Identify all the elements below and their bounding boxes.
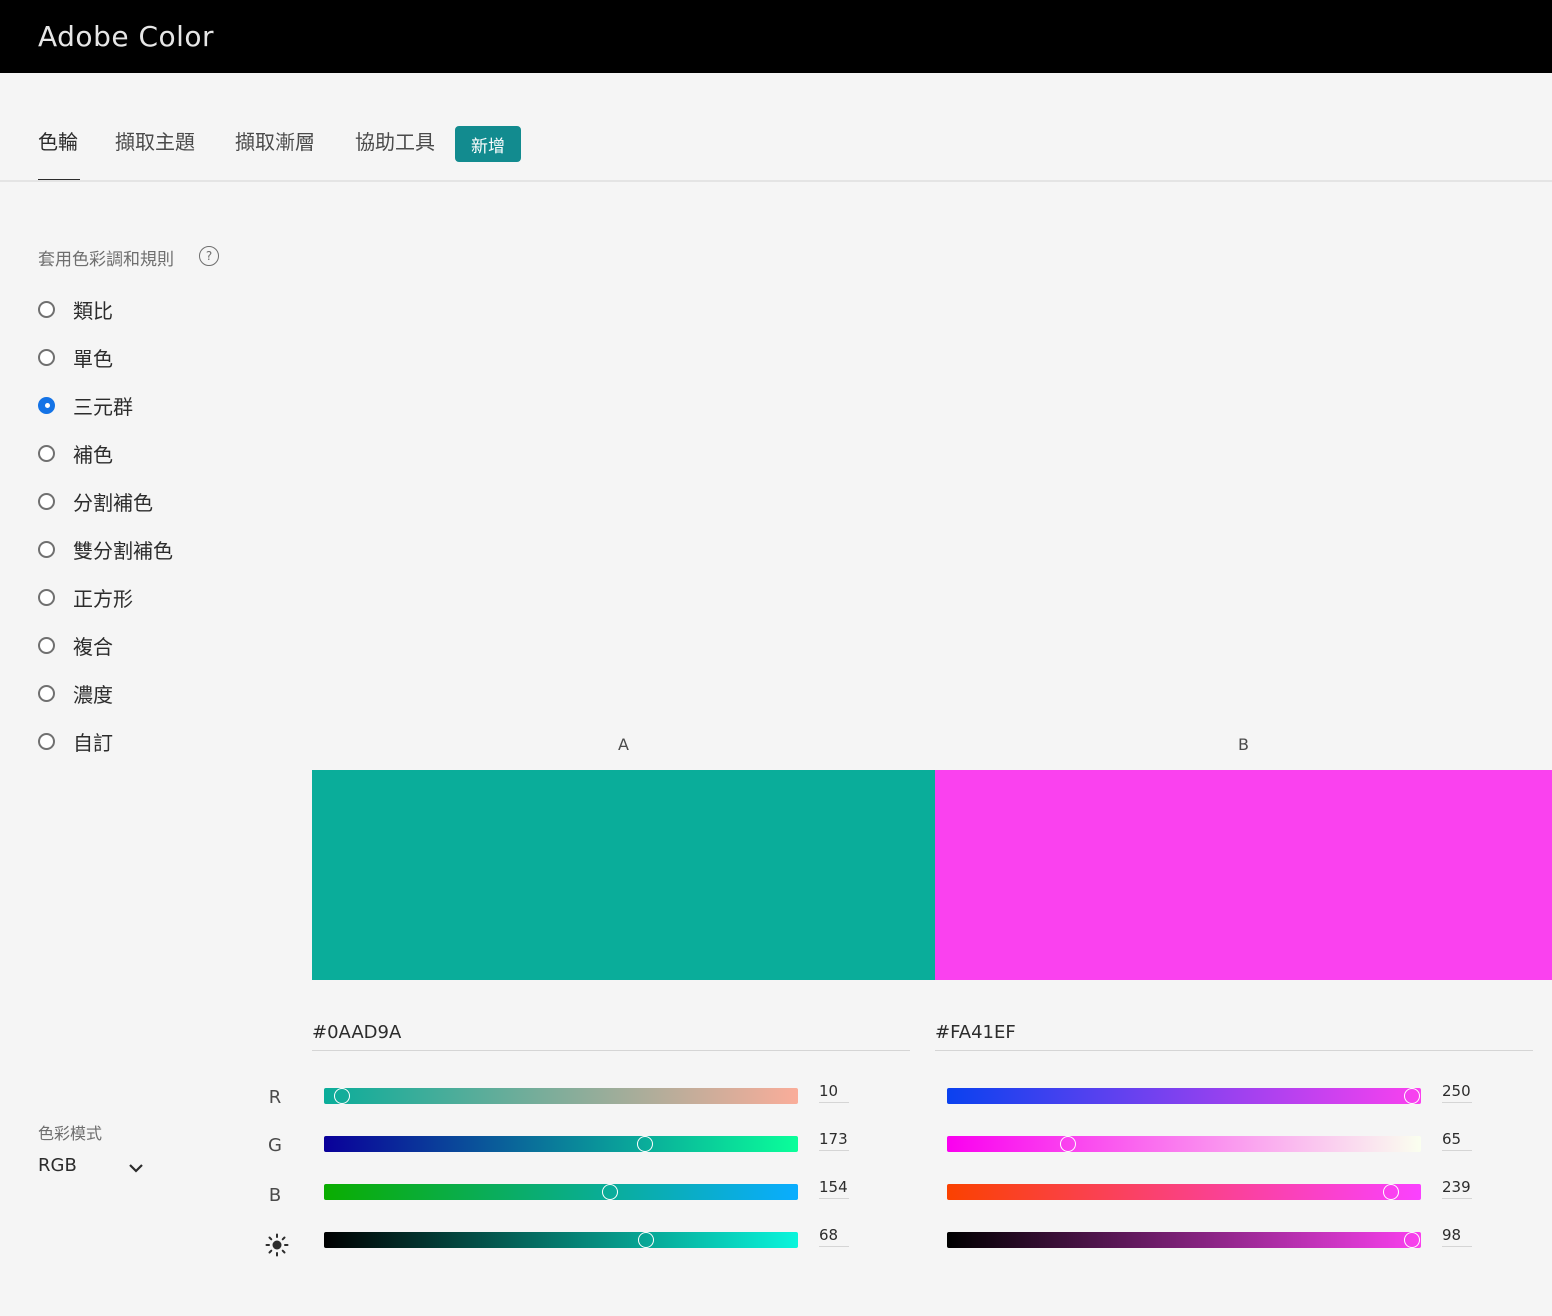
slider-track-a-r[interactable]	[324, 1088, 798, 1104]
slider-value-b-brightness[interactable]: 98	[1442, 1226, 1472, 1247]
harmony-rule-label: 雙分割補色	[73, 538, 173, 563]
radio-button[interactable]	[38, 300, 55, 318]
harmony-rule-label: 類比	[73, 298, 113, 323]
harmony-rule-label: 三元群	[73, 394, 133, 419]
radio-button[interactable]	[38, 540, 55, 558]
slider-value-a-r[interactable]: 10	[819, 1082, 849, 1103]
slider-track-b-g[interactable]	[947, 1136, 1421, 1152]
slider-track-a-g[interactable]	[324, 1136, 798, 1152]
harmony-rule-heading: 套用色彩調和規則	[38, 250, 174, 270]
slider-handle[interactable]	[1403, 1232, 1420, 1248]
color-mode-label: 色彩模式	[38, 1124, 103, 1143]
harmony-rule-option[interactable]: 分割補色	[38, 486, 153, 516]
harmony-rule-label: 單色	[73, 346, 113, 371]
question-circle-icon[interactable]: ?	[199, 246, 219, 266]
harmony-rule-option[interactable]: 類比	[38, 294, 113, 324]
channel-label-b: B	[268, 1185, 282, 1206]
radio-button[interactable]	[38, 588, 55, 606]
slider-value-b-r[interactable]: 250	[1442, 1082, 1472, 1103]
harmony-rule-label: 分割補色	[73, 490, 153, 515]
new-badge: 新增	[455, 126, 521, 162]
slider-handle[interactable]	[638, 1232, 655, 1248]
harmony-rule-option[interactable]: 自訂	[38, 726, 113, 756]
slider-handle[interactable]	[602, 1184, 619, 1200]
radio-button[interactable]	[38, 732, 55, 750]
slider-track-a-b[interactable]	[324, 1184, 798, 1200]
color-mode-value: RGB	[38, 1155, 77, 1176]
radio-button[interactable]	[38, 396, 55, 414]
slider-track-b-brightness[interactable]	[947, 1232, 1421, 1248]
top-bar: Adobe Color	[0, 0, 1552, 73]
harmony-rule-label: 濃度	[73, 682, 113, 707]
harmony-rule-option[interactable]: 三元群	[38, 390, 133, 420]
harmony-rule-option[interactable]: 補色	[38, 438, 113, 468]
slider-track-b-r[interactable]	[947, 1088, 1421, 1104]
channel-label-g: G	[268, 1135, 282, 1156]
radio-button[interactable]	[38, 348, 55, 366]
radio-button[interactable]	[38, 684, 55, 702]
harmony-rule-option[interactable]: 濃度	[38, 678, 113, 708]
slider-handle[interactable]	[637, 1136, 654, 1152]
slider-handle[interactable]	[334, 1088, 351, 1104]
channel-label-r: R	[268, 1087, 282, 1108]
slider-handle[interactable]	[1383, 1184, 1400, 1200]
radio-button[interactable]	[38, 444, 55, 462]
chevron-down-icon	[128, 1160, 144, 1181]
hex-input-a[interactable]: #0AAD9A	[312, 1022, 910, 1051]
tab-accessibility-tools[interactable]: 協助工具	[355, 126, 435, 155]
swatch-a-label: A	[618, 735, 629, 754]
app-title: Adobe Color	[38, 20, 215, 53]
color-mode-select[interactable]: RGB	[38, 1155, 148, 1185]
harmony-rule-label: 補色	[73, 442, 113, 467]
slider-handle[interactable]	[1059, 1136, 1076, 1152]
harmony-rule-option[interactable]: 單色	[38, 342, 113, 372]
slider-value-a-brightness[interactable]: 68	[819, 1226, 849, 1247]
radio-button[interactable]	[38, 636, 55, 654]
sun-icon	[265, 1233, 289, 1262]
tab-extract-gradient[interactable]: 擷取漸層	[235, 126, 315, 155]
slider-track-a-brightness[interactable]	[324, 1232, 798, 1248]
tab-extract-theme[interactable]: 擷取主題	[115, 126, 195, 155]
slider-value-a-g[interactable]: 173	[819, 1130, 849, 1151]
harmony-rule-label: 複合	[73, 634, 113, 659]
tabs-divider	[0, 180, 1552, 182]
slider-value-a-b[interactable]: 154	[819, 1178, 849, 1199]
slider-track-b-b[interactable]	[947, 1184, 1421, 1200]
harmony-rule-label: 正方形	[73, 586, 133, 611]
swatch-a[interactable]	[312, 770, 935, 980]
slider-value-b-b[interactable]: 239	[1442, 1178, 1472, 1199]
radio-button[interactable]	[38, 492, 55, 510]
swatch-b-label: B	[1238, 735, 1249, 754]
slider-value-b-g[interactable]: 65	[1442, 1130, 1472, 1151]
hex-input-b[interactable]: #FA41EF	[935, 1022, 1533, 1051]
tab-color-wheel[interactable]: 色輪	[38, 126, 78, 155]
harmony-rule-option[interactable]: 正方形	[38, 582, 133, 612]
swatch-b[interactable]	[935, 770, 1552, 980]
harmony-rule-option[interactable]: 雙分割補色	[38, 534, 173, 564]
harmony-rule-option[interactable]: 複合	[38, 630, 113, 660]
slider-handle[interactable]	[1403, 1088, 1420, 1104]
harmony-rule-label: 自訂	[73, 730, 113, 755]
